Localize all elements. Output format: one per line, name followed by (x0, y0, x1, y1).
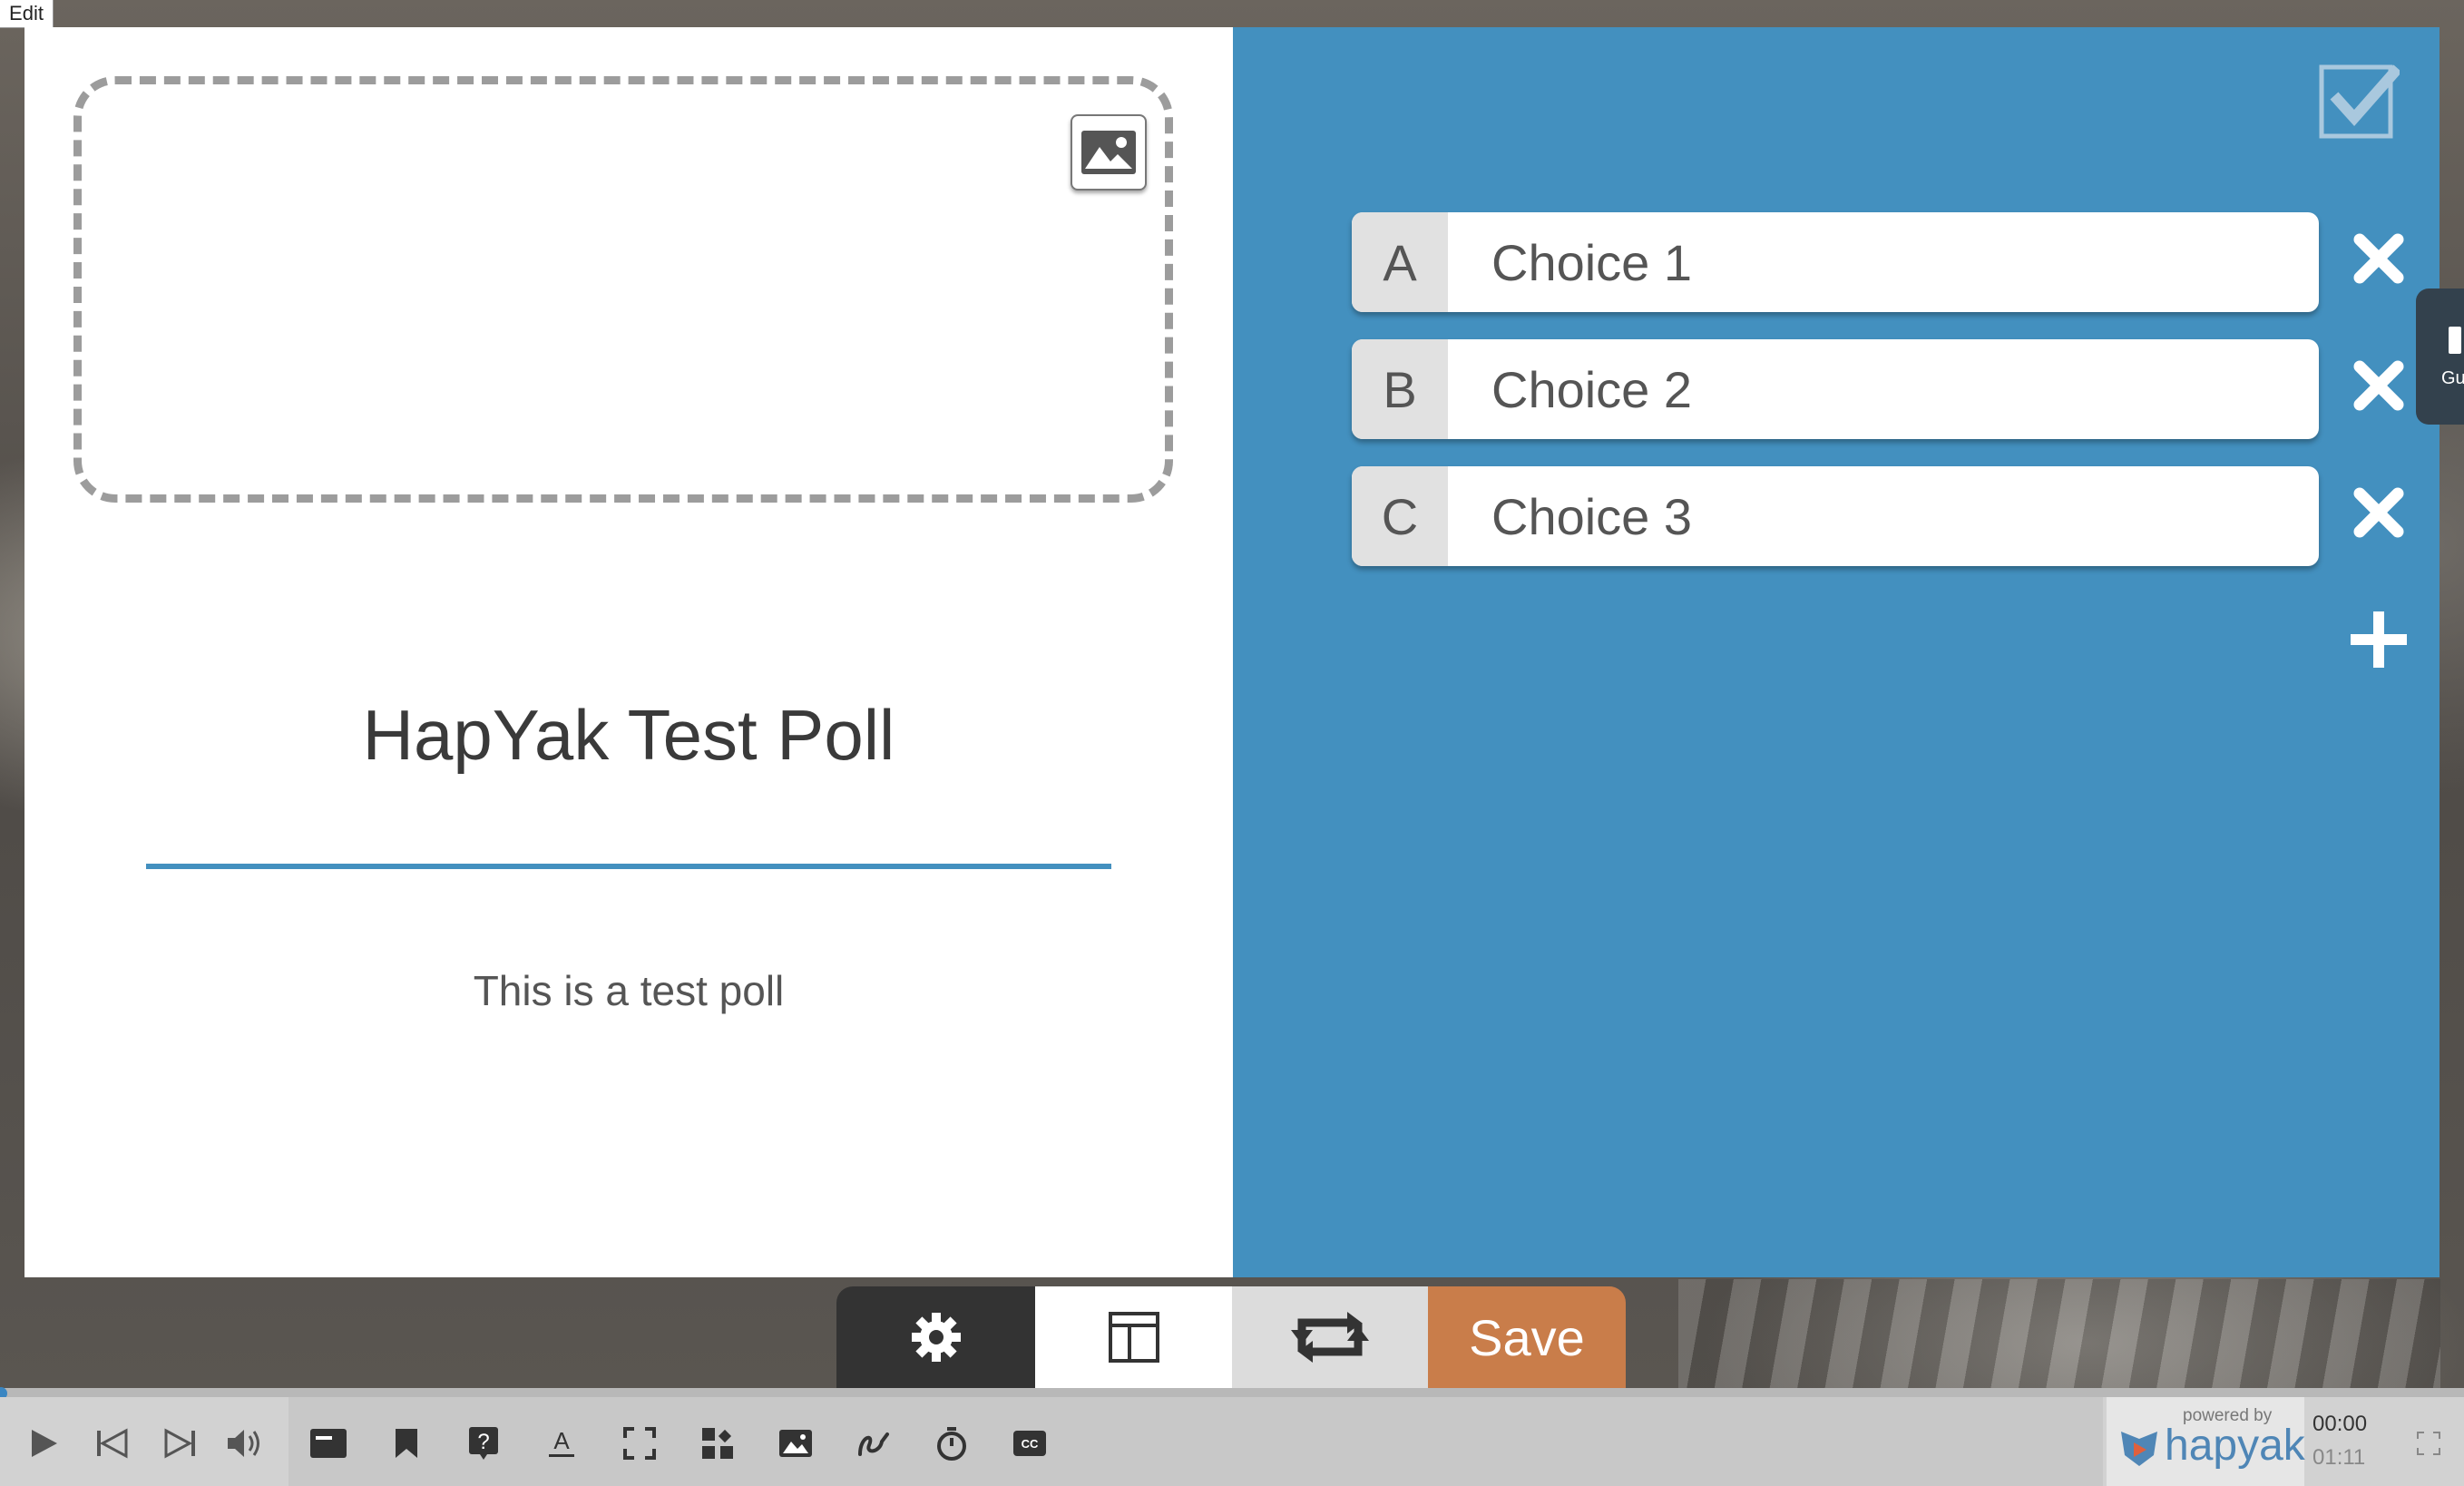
fullscreen-button[interactable] (2406, 1421, 2451, 1466)
question-button[interactable]: ? (461, 1421, 506, 1466)
play-button[interactable] (20, 1421, 65, 1466)
remove-choice-c-button[interactable] (2347, 481, 2410, 544)
poll-content-panel: HapYak Test Poll This is a test poll (24, 27, 1233, 1277)
choices-panel: A Choice 1 B Choice 2 C Choice 3 (1233, 27, 2440, 1277)
picture-button[interactable] (773, 1421, 818, 1466)
crop-button[interactable] (617, 1421, 662, 1466)
choice-row-c[interactable]: C Choice 3 (1352, 466, 2319, 566)
bookmark-button[interactable] (384, 1421, 429, 1466)
add-choice-button[interactable] (2347, 608, 2410, 671)
video-background-detail (1678, 1279, 2440, 1393)
remove-choice-a-button[interactable] (2347, 227, 2410, 290)
guide-tab-label: Gu (2441, 368, 2464, 388)
poll-description[interactable]: This is a test poll (24, 966, 1233, 1015)
choice-input[interactable]: Choice 3 (1448, 466, 2319, 566)
image-icon (1081, 131, 1136, 174)
timer-icon (937, 1427, 966, 1461)
close-icon (2353, 487, 2404, 538)
retweet-icon (1291, 1312, 1369, 1363)
underline-text-icon: A (549, 1427, 574, 1457)
bookmark-icon (396, 1429, 417, 1458)
choice-letter: B (1352, 339, 1448, 439)
choice-input[interactable]: Choice 2 (1448, 339, 2319, 439)
settings-button[interactable] (836, 1286, 1035, 1388)
fullscreen-icon (2417, 1432, 2440, 1455)
widgets-icon (702, 1428, 733, 1459)
svg-text:CC: CC (1022, 1437, 1039, 1451)
title-underline (146, 864, 1111, 869)
closed-caption-icon: CC (1013, 1431, 1046, 1456)
hapyak-branding[interactable]: powered by hapyak (2107, 1397, 2305, 1486)
close-icon (2353, 360, 2404, 411)
choice-input[interactable]: Choice 1 (1448, 212, 2319, 312)
choice-row-a[interactable]: A Choice 1 (1352, 212, 2319, 312)
volume-button[interactable] (223, 1421, 269, 1466)
guide-side-tab[interactable]: Gu (2416, 288, 2464, 425)
text-style-button[interactable]: A (539, 1421, 584, 1466)
gear-icon (911, 1313, 961, 1362)
skip-back-button[interactable] (89, 1421, 134, 1466)
layout-icon (1108, 1312, 1159, 1363)
swap-layout-button[interactable] (1232, 1286, 1428, 1388)
closed-caption-button[interactable]: CC (1007, 1421, 1052, 1466)
player-controls (0, 1397, 2464, 1486)
save-button[interactable]: Save (1428, 1286, 1626, 1388)
text-annotation-icon (310, 1429, 347, 1458)
volume-icon (228, 1430, 259, 1457)
crop-icon (623, 1427, 656, 1460)
skip-back-icon (97, 1428, 128, 1459)
text-annotation-button[interactable] (306, 1421, 351, 1466)
plus-icon (2351, 611, 2407, 668)
edit-tab[interactable]: Edit (0, 0, 54, 28)
draw-button[interactable] (851, 1421, 896, 1466)
svg-text:?: ? (477, 1430, 489, 1454)
hapyak-logo-icon (2121, 1432, 2157, 1466)
poll-title[interactable]: HapYak Test Poll (24, 694, 1233, 777)
choice-row-b[interactable]: B Choice 2 (1352, 339, 2319, 439)
choice-letter: C (1352, 466, 1448, 566)
svg-text:A: A (553, 1427, 570, 1454)
choice-letter: A (1352, 212, 1448, 312)
check-icon[interactable] (2318, 62, 2400, 143)
close-icon (2353, 233, 2404, 284)
progress-bar[interactable] (0, 1388, 2464, 1397)
skip-forward-icon (164, 1428, 195, 1459)
current-time: 00:00 (2312, 1412, 2368, 1436)
total-time: 01:11 (2312, 1445, 2366, 1470)
timer-button[interactable] (929, 1421, 974, 1466)
image-drop-zone[interactable] (73, 76, 1173, 503)
layout-button[interactable] (1035, 1286, 1232, 1388)
draw-icon (858, 1432, 889, 1456)
remove-choice-b-button[interactable] (2347, 354, 2410, 417)
widgets-button[interactable] (695, 1421, 740, 1466)
skip-forward-button[interactable] (158, 1421, 203, 1466)
question-icon: ? (469, 1427, 498, 1460)
play-icon (32, 1430, 57, 1457)
picture-icon (779, 1430, 812, 1457)
image-upload-button[interactable] (1071, 114, 1147, 191)
brand-name: hapyak (2165, 1422, 2305, 1470)
guide-icon (2449, 327, 2461, 354)
